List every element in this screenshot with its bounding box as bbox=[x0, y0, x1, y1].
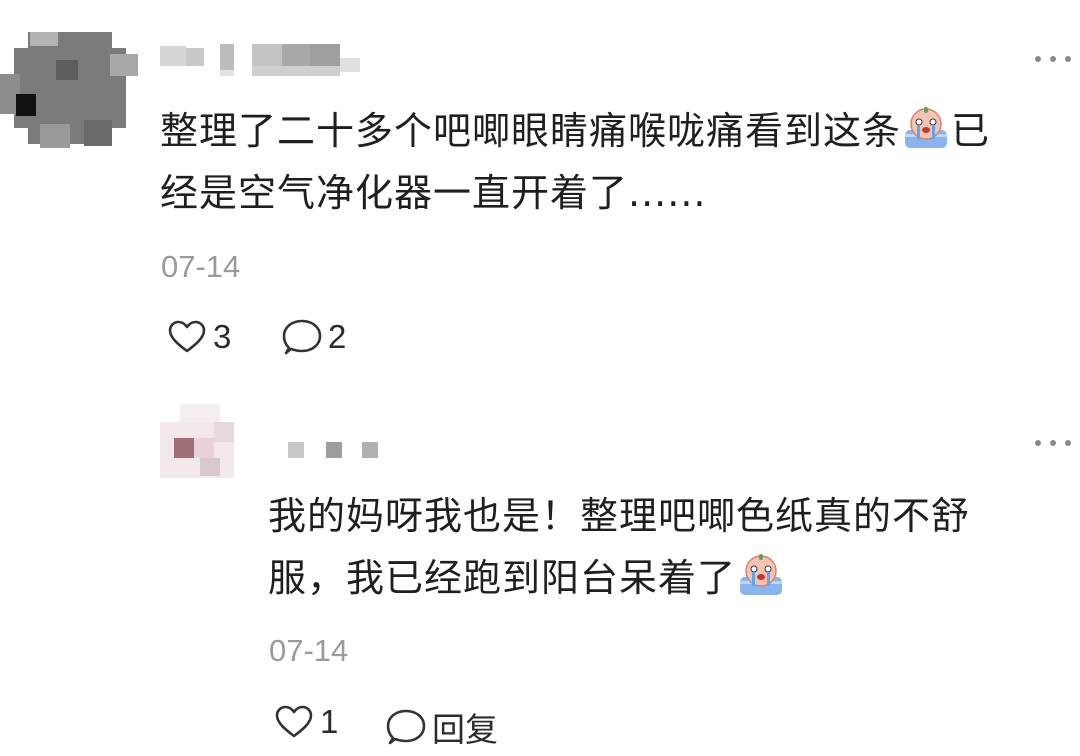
reply-avatar-pixelated[interactable] bbox=[160, 404, 242, 480]
heart-outline-icon bbox=[168, 320, 206, 353]
avatar-pixelated[interactable] bbox=[0, 24, 140, 152]
reply-date: 07-14 bbox=[269, 633, 349, 668]
reply-text-line1: 我的妈呀我也是！整理吧唧色纸真的不舒 bbox=[268, 494, 971, 538]
more-options-icon[interactable] bbox=[1031, 48, 1075, 68]
reply-text-line2: 服，我已经跑到阳台呆着了 bbox=[268, 556, 737, 600]
reply-button[interactable]: 回复 bbox=[386, 703, 498, 751]
reply-label: 回复 bbox=[432, 711, 498, 748]
reply-username-pixelated[interactable] bbox=[286, 438, 386, 462]
comment-text-line1: 整理了二十多个吧唧眼睛痛喉咙痛看到这条 bbox=[160, 109, 902, 153]
comment-body: 整理了二十多个吧唧眼睛痛喉咙痛看到这条 已 经是空气净化器一直开着了...... bbox=[160, 100, 1065, 224]
crying-emoji-icon bbox=[740, 554, 783, 595]
like-button[interactable]: 3 bbox=[167, 318, 231, 356]
reply-like-button[interactable]: 1 bbox=[274, 703, 338, 741]
reply-body: 我的妈呀我也是！整理吧唧色纸真的不舒 服，我已经跑到阳台呆着了 bbox=[268, 485, 1058, 609]
like-count: 3 bbox=[213, 318, 232, 355]
speech-bubble-icon bbox=[282, 319, 322, 355]
comment-date: 07-14 bbox=[161, 249, 241, 284]
comment-button[interactable]: 2 bbox=[282, 318, 346, 356]
comment-count: 2 bbox=[328, 318, 347, 355]
crying-emoji-icon bbox=[905, 107, 948, 148]
speech-bubble-icon bbox=[386, 709, 426, 745]
comment-text-line2: 经是空气净化器一直开着了...... bbox=[160, 171, 707, 215]
username-pixelated[interactable] bbox=[160, 38, 366, 80]
comment-text-line1-tail: 已 bbox=[951, 109, 991, 153]
reply-more-options-icon[interactable] bbox=[1031, 432, 1075, 452]
comment-thread: 整理了二十多个吧唧眼睛痛喉咙痛看到这条 已 经是空气净化器一直开着了......… bbox=[0, 0, 1080, 756]
reply-like-count: 1 bbox=[320, 703, 339, 740]
heart-outline-icon bbox=[275, 705, 313, 738]
